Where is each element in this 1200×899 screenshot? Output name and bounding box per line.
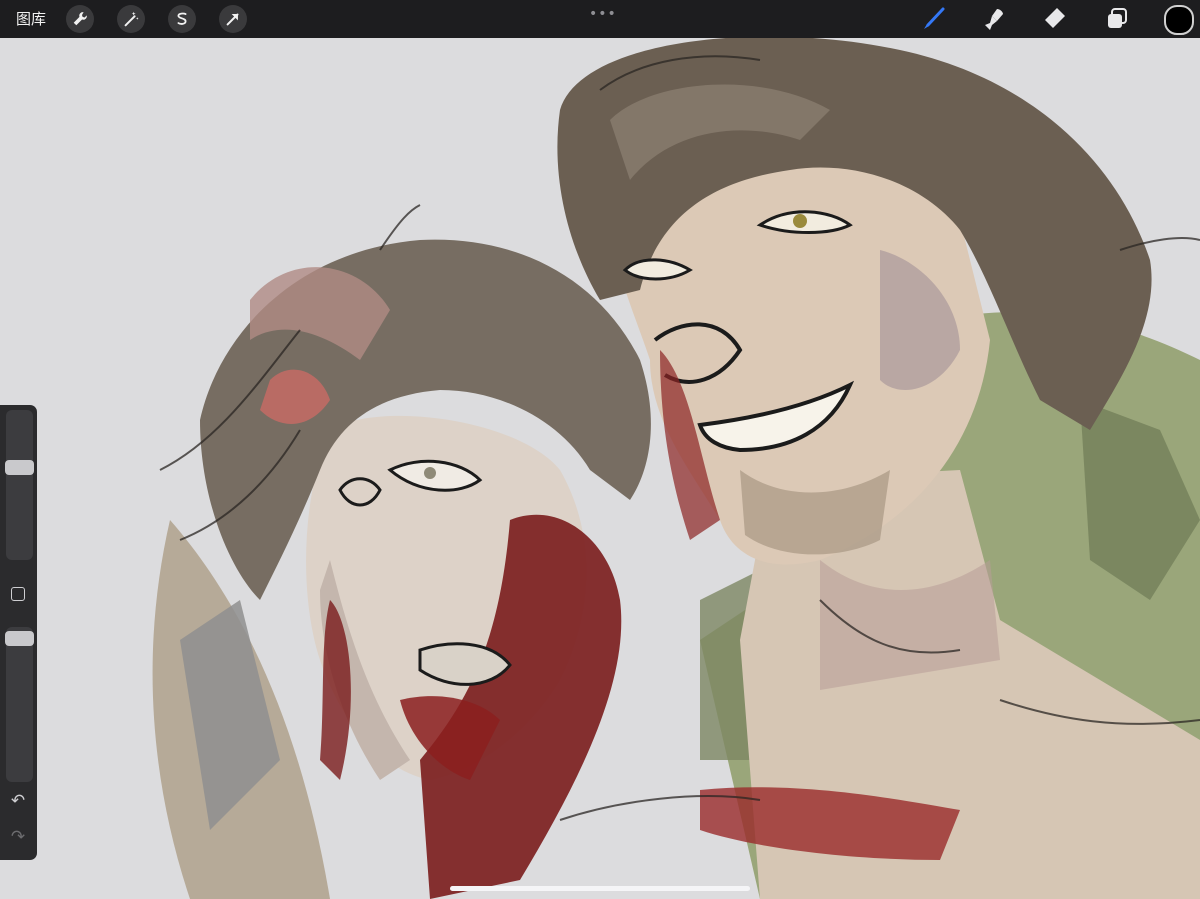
top-toolbar: 图库 ••• <box>0 0 1200 38</box>
color-picker-button[interactable] <box>1164 5 1194 35</box>
home-indicator <box>450 886 750 891</box>
eraser-icon[interactable] <box>1040 4 1070 34</box>
brush-size-thumb[interactable] <box>5 460 34 475</box>
artwork-illustration <box>152 38 1200 899</box>
layers-icon[interactable] <box>1102 4 1132 34</box>
magic-wand-icon[interactable] <box>117 5 145 33</box>
opacity-slider[interactable] <box>5 627 34 782</box>
selection-s-icon[interactable] <box>168 5 196 33</box>
wrench-icon[interactable] <box>66 5 94 33</box>
brush-icon[interactable] <box>918 4 948 34</box>
gallery-button[interactable]: 图库 <box>16 9 46 29</box>
drawing-canvas[interactable] <box>0 38 1200 899</box>
opacity-thumb[interactable] <box>5 631 34 646</box>
smudge-icon[interactable] <box>979 4 1009 34</box>
square-icon[interactable] <box>11 587 25 601</box>
left-sidebar: ↶ ↷ <box>0 405 37 860</box>
transform-arrow-icon[interactable] <box>219 5 247 33</box>
redo-icon[interactable]: ↷ <box>8 827 28 847</box>
brush-size-slider[interactable] <box>5 410 34 560</box>
undo-icon[interactable]: ↶ <box>8 791 28 811</box>
more-options-icon[interactable]: ••• <box>589 6 617 22</box>
